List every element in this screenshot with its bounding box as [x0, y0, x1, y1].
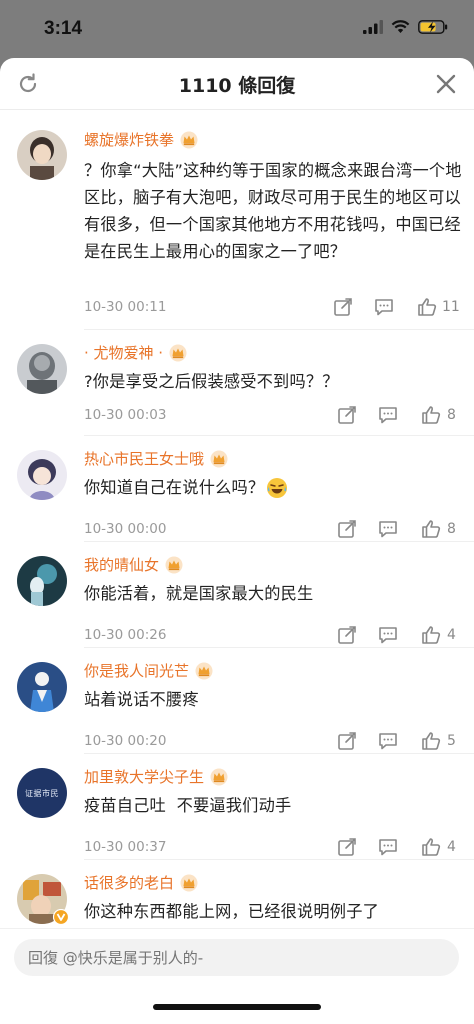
reply-icon[interactable]: [377, 836, 399, 858]
comment-text: 你能活着，就是国家最大的民生: [84, 584, 314, 603]
comments-sheet: 1110 條回復 螺旋爆炸铁拳 ？你拿“大陆”这种约等于国家的概念来跟台湾一个地…: [0, 58, 474, 1024]
comment-item: 证据市民 加里敦大学尖子生 疫苗自己吐 不要逼我们动手 10-30 00:37 …: [0, 754, 474, 860]
username[interactable]: · 尤物爱神 ·: [84, 342, 187, 363]
avatar[interactable]: [17, 450, 67, 500]
username-text: 你是我人间光芒: [84, 662, 190, 680]
reply-input[interactable]: [14, 939, 459, 976]
like-count: 11: [442, 299, 460, 315]
status-bar: 3:14: [0, 0, 474, 58]
vip-crown-icon: [195, 662, 213, 679]
close-icon[interactable]: [434, 72, 458, 96]
like-icon[interactable]: [420, 730, 442, 752]
status-time: 3:14: [44, 18, 83, 39]
sheet-title: 1110 條回復: [178, 75, 296, 97]
like-icon[interactable]: [420, 518, 442, 540]
wifi-icon: [391, 20, 410, 33]
comment-meta: 10-30 00:26 4: [84, 624, 462, 648]
avatar[interactable]: [17, 344, 67, 394]
crying-laughing-emoji-icon: [267, 477, 288, 498]
comment-text-row: 你知道自己在说什么吗？: [84, 474, 462, 501]
comment-text: 疫苗自己吐 不要逼我们动手: [84, 796, 292, 815]
avatar[interactable]: 证据市民: [17, 768, 67, 818]
share-icon[interactable]: [336, 730, 358, 752]
battery-charging-icon: [418, 20, 448, 34]
username-text: 热心市民王女士哦: [84, 450, 205, 468]
comment-item: 你是我人间光芒 站着说话不腰疼 10-30 00:20 5: [0, 648, 474, 754]
timestamp: 10-30 00:20: [84, 733, 167, 749]
like-count: 4: [447, 627, 456, 643]
username-text: 螺旋爆炸铁拳: [84, 131, 175, 149]
share-icon[interactable]: [336, 624, 358, 646]
share-icon[interactable]: [336, 404, 358, 426]
avatar[interactable]: [17, 130, 67, 180]
username[interactable]: 螺旋爆炸铁拳: [84, 129, 198, 150]
share-icon[interactable]: [336, 836, 358, 858]
reply-icon[interactable]: [377, 624, 399, 646]
username[interactable]: 热心市民王女士哦: [84, 448, 228, 469]
status-icons: [363, 20, 448, 34]
comment-text: ?你是享受之后假装感受不到吗？？: [84, 372, 339, 391]
sheet-header: 1110 條回復: [0, 58, 474, 110]
like-icon[interactable]: [420, 624, 442, 646]
comment-text: 你知道自己在说什么吗？: [84, 478, 265, 497]
username-text: · 尤物爱神 ·: [84, 344, 164, 362]
vip-crown-icon: [180, 874, 198, 891]
username[interactable]: 话很多的老白: [84, 872, 198, 893]
timestamp: 10-30 00:11: [84, 299, 167, 315]
username[interactable]: 你是我人间光芒: [84, 660, 213, 681]
comment-meta: 10-30 00:20 5: [84, 730, 462, 754]
vip-crown-icon: [210, 768, 228, 785]
like-count: 5: [447, 733, 456, 749]
reply-icon[interactable]: [377, 404, 399, 426]
avatar[interactable]: [17, 662, 67, 712]
comment-meta: 10-30 00:00 8: [84, 518, 462, 542]
home-indicator: [153, 1004, 321, 1010]
reply-icon[interactable]: [377, 518, 399, 540]
comment-item: 话很多的老白 你这种东西都能上网，已经很说明例子了: [0, 860, 474, 928]
timestamp: 10-30 00:00: [84, 521, 167, 537]
vip-crown-icon: [180, 131, 198, 148]
vip-crown-icon: [210, 450, 228, 467]
username-text: 我的晴仙女: [84, 556, 160, 574]
comment-item: · 尤物爱神 · ?你是享受之后假装感受不到吗？？ 10-30 00:03 8: [0, 330, 474, 436]
comment-meta: 10-30 00:11 11: [84, 296, 462, 320]
username-text: 话很多的老白: [84, 874, 175, 892]
comment-item: 我的晴仙女 你能活着，就是国家最大的民生 10-30 00:26 4: [0, 542, 474, 648]
like-icon[interactable]: [420, 404, 442, 426]
comment-text: 站着说话不腰疼: [84, 690, 199, 709]
vip-crown-icon: [169, 344, 187, 361]
timestamp: 10-30 00:26: [84, 627, 167, 643]
verified-badge-icon: [53, 909, 69, 925]
reply-icon[interactable]: [377, 730, 399, 752]
signal-icon: [363, 20, 383, 34]
timestamp: 10-30 00:03: [84, 407, 167, 423]
like-icon[interactable]: [416, 296, 438, 318]
timestamp: 10-30 00:37: [84, 839, 167, 855]
reply-icon[interactable]: [373, 296, 395, 318]
like-count: 8: [447, 521, 456, 537]
avatar[interactable]: [17, 874, 69, 925]
comment-item: 热心市民王女士哦 你知道自己在说什么吗？ 10-30 00:00 8: [0, 436, 474, 542]
comment-text: ？你拿“大陆”这种约等于国家的概念来跟台湾一个地区比，脑子有大泡吧，财政尽可用于…: [84, 161, 462, 261]
like-count: 8: [447, 407, 456, 423]
comment-meta: 10-30 00:37 4: [84, 836, 462, 860]
comment-item: 螺旋爆炸铁拳 ？你拿“大陆”这种约等于国家的概念来跟台湾一个地区比，脑子有大泡吧…: [0, 110, 474, 330]
avatar-text: 证据市民: [25, 788, 59, 798]
comment-text: 你这种东西都能上网，已经很说明例子了: [84, 902, 379, 921]
share-icon[interactable]: [336, 518, 358, 540]
username[interactable]: 我的晴仙女: [84, 554, 183, 575]
vip-crown-icon: [165, 556, 183, 573]
comment-list[interactable]: 螺旋爆炸铁拳 ？你拿“大陆”这种约等于国家的概念来跟台湾一个地区比，脑子有大泡吧…: [0, 110, 474, 928]
share-icon[interactable]: [332, 296, 354, 318]
comment-meta: 10-30 00:03 8: [84, 404, 462, 428]
like-count: 4: [447, 839, 456, 855]
like-icon[interactable]: [420, 836, 442, 858]
avatar[interactable]: [17, 556, 67, 606]
username[interactable]: 加里敦大学尖子生: [84, 766, 228, 787]
username-text: 加里敦大学尖子生: [84, 768, 205, 786]
